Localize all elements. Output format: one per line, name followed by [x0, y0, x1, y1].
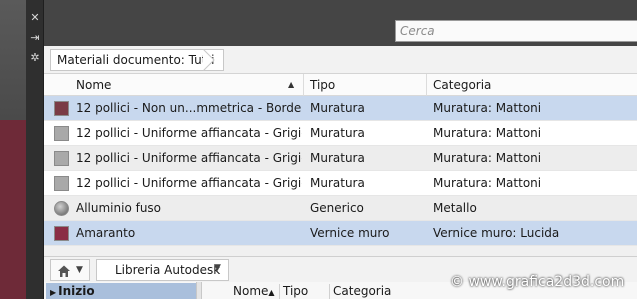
material-name: 12 pollici - Uniforme affiancata - Grigi…	[76, 151, 302, 165]
material-row[interactable]: 12 pollici - Uniforme affiancata - Grigi…	[44, 121, 637, 146]
material-name: 12 pollici - Non un...mmetrica - Bordeau…	[76, 101, 302, 115]
palette-title-strip: ✕ ⇥ ✲	[26, 0, 44, 299]
auto-hide-icon[interactable]: ⇥	[29, 32, 41, 44]
library-tree-item[interactable]: ▶ Inizio	[46, 283, 196, 299]
library-tree-item-label: Inizio	[58, 284, 95, 298]
material-row[interactable]: 12 pollici - Non un...mmetrica - Bordeau…	[44, 96, 637, 121]
material-type: Muratura	[310, 151, 365, 165]
material-type: Generico	[310, 201, 364, 215]
material-name: Alluminio fuso	[76, 201, 162, 215]
material-category: Metallo	[433, 201, 477, 215]
material-row[interactable]: 12 pollici - Uniforme affiancata - Grigi…	[44, 146, 637, 171]
material-category: Muratura: Mattoni	[433, 176, 542, 190]
library-column-name-label: Nome	[233, 284, 269, 298]
search-input[interactable]: Cerca	[395, 20, 637, 42]
material-swatch-icon	[54, 226, 69, 241]
breadcrumb[interactable]: Materiali documento: Tutti	[50, 49, 224, 71]
column-category[interactable]: Categoria	[427, 74, 637, 96]
library-column-name[interactable]: Nome▲	[230, 284, 280, 299]
column-type[interactable]: Tipo	[304, 74, 427, 96]
material-type: Muratura	[310, 176, 365, 190]
material-swatch-icon	[54, 126, 69, 141]
library-column-type[interactable]: Tipo	[280, 284, 330, 299]
material-row[interactable]: Alluminio fuso Generico Metallo	[44, 196, 637, 221]
column-name[interactable]: Nome ▲	[44, 74, 304, 96]
library-breadcrumb[interactable]: Libreria Autodesk	[96, 259, 230, 281]
sort-ascending-icon: ▲	[268, 288, 275, 297]
material-row[interactable]: Amaranto Vernice muro Vernice muro: Luci…	[44, 221, 637, 246]
material-row[interactable]: 12 pollici - Uniforme affiancata - Grigi…	[44, 171, 637, 196]
material-swatch-icon	[54, 151, 69, 166]
column-name-label: Nome	[76, 78, 112, 92]
watermark: © www.grafica2d3d.com	[450, 274, 625, 290]
properties-icon[interactable]: ✲	[29, 52, 41, 64]
library-chevron-down-icon[interactable]: ▼	[214, 263, 221, 273]
material-category: Muratura: Mattoni	[433, 101, 542, 115]
materials-browser: Cerca Materiali documento: Tutti Nome ▲ …	[44, 0, 637, 299]
top-bar: Cerca	[44, 0, 637, 46]
close-icon[interactable]: ✕	[29, 12, 41, 24]
breadcrumb-chevron-icon	[202, 49, 215, 71]
breadcrumb-bar: Materiali documento: Tutti	[44, 46, 637, 74]
material-category: Vernice muro: Lucida	[433, 226, 560, 240]
material-name: 12 pollici - Uniforme affiancata - Grigi…	[76, 126, 302, 140]
search-placeholder: Cerca	[400, 24, 435, 38]
chevron-down-icon[interactable]: ▼	[76, 262, 83, 278]
home-button[interactable]: ▼	[50, 259, 90, 281]
material-name: 12 pollici - Uniforme affiancata - Grigi…	[76, 176, 302, 190]
material-type: Vernice muro	[310, 226, 390, 240]
library-column-category[interactable]: Categoria	[330, 284, 450, 299]
panel-splitter[interactable]	[196, 282, 202, 299]
material-list: 12 pollici - Non un...mmetrica - Bordeau…	[44, 96, 637, 246]
material-type: Muratura	[310, 101, 365, 115]
material-category: Muratura: Mattoni	[433, 126, 542, 140]
home-icon	[58, 265, 70, 277]
material-swatch-icon	[54, 201, 69, 216]
material-type: Muratura	[310, 126, 365, 140]
material-category: Muratura: Mattoni	[433, 151, 542, 165]
material-name: Amaranto	[76, 226, 136, 240]
material-swatch-icon	[54, 101, 69, 116]
column-header: Nome ▲ Tipo Categoria	[44, 74, 637, 96]
sort-ascending-icon: ▲	[288, 80, 295, 89]
material-swatch-icon	[54, 176, 69, 191]
viewport-model-left	[0, 120, 26, 299]
expand-triangle-icon[interactable]: ▶	[50, 288, 56, 297]
